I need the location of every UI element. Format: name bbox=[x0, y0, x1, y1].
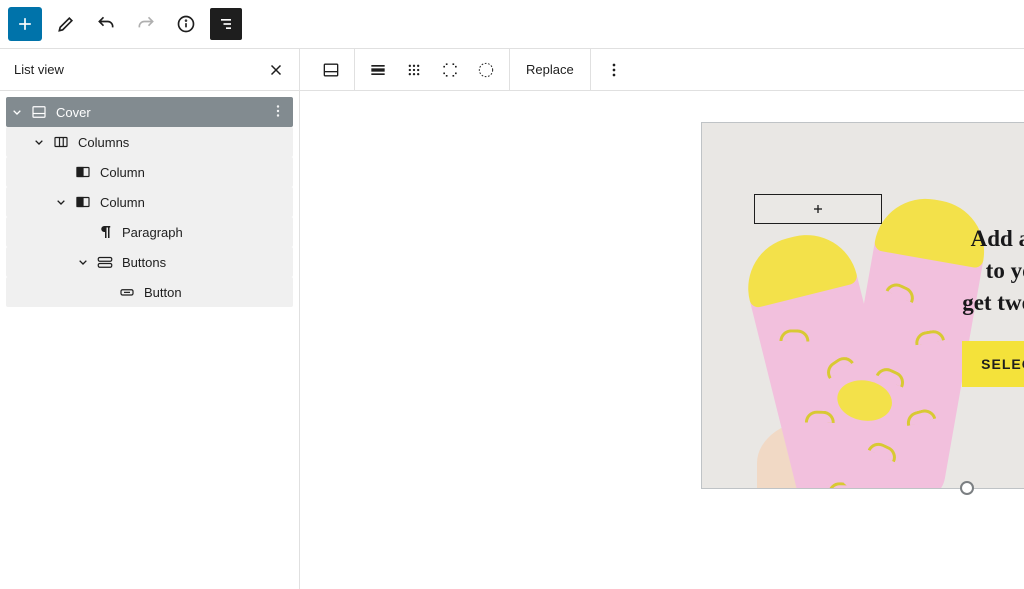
details-button[interactable] bbox=[170, 8, 202, 40]
undo-icon bbox=[96, 14, 116, 34]
tree-item-cover[interactable]: Cover bbox=[6, 97, 293, 127]
undo-button[interactable] bbox=[90, 8, 122, 40]
paragraph-block-icon bbox=[96, 223, 114, 241]
cta-label: SELECT COLOR bbox=[981, 356, 1024, 372]
column-block-icon bbox=[74, 163, 92, 181]
tree-label: Column bbox=[94, 165, 287, 180]
tree-item-buttons[interactable]: Buttons bbox=[6, 247, 293, 277]
chevron-down-icon bbox=[9, 104, 25, 120]
duotone-button[interactable] bbox=[471, 55, 501, 85]
tree-item-button[interactable]: Button bbox=[6, 277, 293, 307]
cover-headline[interactable]: Add a pair of socks to your cart and get… bbox=[935, 223, 1024, 320]
content-position-button[interactable] bbox=[399, 55, 429, 85]
tree-label: Buttons bbox=[116, 255, 287, 270]
plus-icon bbox=[810, 201, 826, 217]
align-button[interactable] bbox=[363, 55, 393, 85]
tree-label: Columns bbox=[72, 135, 287, 150]
editor-top-toolbar bbox=[0, 0, 1024, 49]
editor-canvas[interactable]: Add a pair of socks to your cart and get… bbox=[300, 91, 1024, 589]
tree-item-more-button[interactable] bbox=[269, 102, 287, 123]
more-vertical-icon bbox=[604, 60, 624, 80]
tree-item-column-2[interactable]: Column bbox=[6, 187, 293, 217]
headline-line-2: to your cart and bbox=[986, 258, 1024, 283]
tools-button[interactable] bbox=[50, 8, 82, 40]
column-appender[interactable] bbox=[754, 194, 882, 224]
block-toolbar: Replace bbox=[300, 49, 1024, 91]
button-block-icon bbox=[118, 283, 136, 301]
more-vertical-icon bbox=[269, 102, 287, 120]
tree-item-paragraph[interactable]: Paragraph bbox=[6, 217, 293, 247]
duotone-icon bbox=[476, 60, 496, 80]
tree-label: Paragraph bbox=[116, 225, 287, 240]
info-icon bbox=[176, 14, 196, 34]
close-list-view-button[interactable] bbox=[267, 61, 285, 79]
editor-canvas-wrap: Replace bbox=[300, 49, 1024, 589]
tree-label: Cover bbox=[50, 105, 269, 120]
list-view-icon bbox=[216, 14, 236, 34]
list-view-panel: List view Cover Columns bbox=[0, 49, 300, 589]
list-view-title: List view bbox=[14, 62, 64, 77]
full-height-button[interactable] bbox=[435, 55, 465, 85]
tree-label: Column bbox=[94, 195, 287, 210]
tree-item-column-1[interactable]: Column bbox=[6, 157, 293, 187]
tree-label: Button bbox=[138, 285, 287, 300]
focal-point-handle[interactable] bbox=[960, 481, 974, 495]
replace-media-button[interactable]: Replace bbox=[518, 62, 582, 77]
block-more-options-button[interactable] bbox=[599, 55, 629, 85]
select-color-button[interactable]: SELECT COLOR bbox=[962, 341, 1024, 387]
tree-item-columns[interactable]: Columns bbox=[6, 127, 293, 157]
columns-block-icon bbox=[52, 133, 70, 151]
chevron-down-icon bbox=[75, 254, 91, 270]
column-block-icon bbox=[74, 193, 92, 211]
align-icon bbox=[368, 60, 388, 80]
headline-line-1: Add a pair of socks bbox=[971, 226, 1024, 251]
cover-block-icon bbox=[30, 103, 48, 121]
redo-button[interactable] bbox=[130, 8, 162, 40]
block-inserter-button[interactable] bbox=[8, 7, 42, 41]
cover-block-icon bbox=[321, 60, 341, 80]
close-icon bbox=[267, 61, 285, 79]
buttons-block-icon bbox=[96, 253, 114, 271]
headline-line-3: get two more for free bbox=[962, 290, 1024, 315]
cover-block[interactable]: Add a pair of socks to your cart and get… bbox=[701, 122, 1024, 489]
plus-icon bbox=[15, 14, 35, 34]
redo-icon bbox=[136, 14, 156, 34]
full-height-icon bbox=[440, 60, 460, 80]
chevron-down-icon bbox=[31, 134, 47, 150]
list-view-toggle[interactable] bbox=[210, 8, 242, 40]
block-type-button[interactable] bbox=[316, 55, 346, 85]
pencil-icon bbox=[56, 14, 76, 34]
grid-position-icon bbox=[404, 60, 424, 80]
chevron-down-icon bbox=[53, 194, 69, 210]
block-tree: Cover Columns Column Column bbox=[0, 91, 299, 313]
list-view-header: List view bbox=[0, 49, 299, 91]
